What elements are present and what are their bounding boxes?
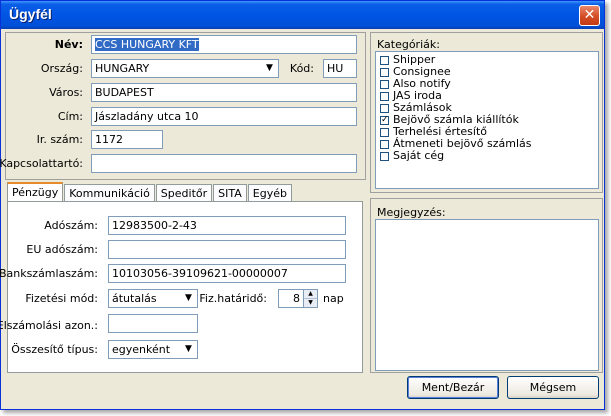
fizetesi-mod-select[interactable]: átutalás ▼	[108, 289, 198, 308]
osszesito-tipus-value: egyenként	[112, 343, 171, 356]
checkbox-checked-icon[interactable]: ✓	[380, 115, 389, 125]
title-bar[interactable]: Ügyfél ✕	[1, 1, 604, 29]
cim-input[interactable]: Jászladány utca 10	[91, 107, 357, 126]
spin-up-icon[interactable]: ▲	[304, 290, 317, 299]
orszag-label: Ország:	[40, 62, 83, 75]
close-button[interactable]: ✕	[579, 5, 600, 26]
checkbox-icon[interactable]	[380, 127, 389, 137]
category-item[interactable]: Saját cég	[376, 150, 598, 162]
spin-down-icon[interactable]: ▼	[304, 299, 317, 307]
save-close-button[interactable]: Ment/Bezár	[407, 376, 499, 399]
tab-sita[interactable]: SITA	[213, 184, 247, 202]
chevron-down-icon[interactable]: ▼	[181, 291, 196, 306]
kod-input[interactable]: HU	[323, 59, 357, 78]
checkbox-icon[interactable]	[380, 91, 389, 101]
osszesito-tipus-select[interactable]: egyenként ▼	[108, 340, 198, 359]
kapcsolattarto-input[interactable]	[91, 154, 357, 173]
customer-dialog: Ügyfél ✕ Név: CCS HUNGARY KFT Ország: HU…	[0, 0, 605, 410]
window-title: Ügyfél	[9, 6, 52, 22]
tab-egyeb[interactable]: Egyéb	[247, 184, 292, 202]
checkbox-icon[interactable]	[380, 151, 389, 161]
cancel-button[interactable]: Mégsem	[507, 376, 599, 399]
tab-strip: Pénzügy Kommunikáció Speditőr SITA Egyéb	[7, 182, 293, 203]
chevron-down-icon[interactable]: ▼	[262, 61, 277, 76]
eu-adoszam-input[interactable]	[108, 240, 346, 259]
cim-label: Cím:	[57, 110, 83, 123]
kategoriak-label: Kategóriák:	[377, 38, 440, 51]
checkbox-icon[interactable]	[380, 103, 389, 113]
checkbox-icon[interactable]	[380, 55, 389, 65]
orszag-value: HUNGARY	[95, 62, 150, 75]
adoszam-input[interactable]: 12983500-2-43	[108, 216, 346, 235]
chevron-down-icon[interactable]: ▼	[181, 342, 196, 357]
checkbox-icon[interactable]	[380, 67, 389, 77]
fizetesi-mod-label: Fizetési mód:	[25, 292, 98, 305]
fiz-hatarido-input[interactable]: 8	[278, 289, 304, 308]
checkbox-icon[interactable]	[380, 79, 389, 89]
elszamolasi-azon-label: Elszámolási azon.:	[0, 319, 98, 332]
nev-input[interactable]: CCS HUNGARY KFT	[91, 35, 357, 54]
varos-label: Város:	[49, 86, 83, 99]
bankszamlaszam-label: Bankszámlaszám:	[0, 267, 98, 280]
fizetesi-mod-value: átutalás	[112, 292, 157, 305]
fiz-hatarido-unit: nap	[323, 292, 344, 305]
kapcsolattarto-label: Kapcsolattartó:	[0, 157, 83, 170]
close-icon: ✕	[583, 7, 596, 23]
elszamolasi-azon-input[interactable]	[108, 314, 198, 333]
tab-penzugy[interactable]: Pénzügy	[7, 182, 64, 203]
eu-adoszam-label: EU adószám:	[26, 243, 98, 256]
irszam-label: Ir. szám:	[36, 133, 83, 146]
adoszam-label: Adószám:	[44, 219, 98, 232]
kod-label: Kód:	[289, 62, 314, 75]
category-list: Shipper Consignee Also notify JAS iroda Szám…	[375, 51, 599, 189]
checkbox-icon[interactable]	[380, 139, 389, 149]
category-item-label: Saját cég	[393, 149, 445, 162]
tab-kommunikacio[interactable]: Kommunikáció	[64, 184, 155, 202]
varos-input[interactable]: BUDAPEST	[91, 83, 357, 102]
megjegyzes-label: Megjegyzés:	[377, 206, 446, 219]
fiz-hatarido-label: Fiz.határidő:	[199, 292, 267, 305]
irszam-input[interactable]: 1172	[91, 130, 163, 149]
osszesito-tipus-label: Összesítő típus:	[11, 343, 98, 356]
tab-speditor[interactable]: Speditőr	[155, 184, 213, 202]
orszag-select[interactable]: HUNGARY ▼	[91, 59, 279, 78]
bankszamlaszam-input[interactable]: 10103056-39109621-00000007	[108, 264, 346, 283]
nev-label: Név:	[54, 38, 83, 51]
fiz-hatarido-spinner[interactable]: ▲ ▼	[304, 289, 318, 308]
megjegyzes-textarea[interactable]	[375, 219, 599, 371]
